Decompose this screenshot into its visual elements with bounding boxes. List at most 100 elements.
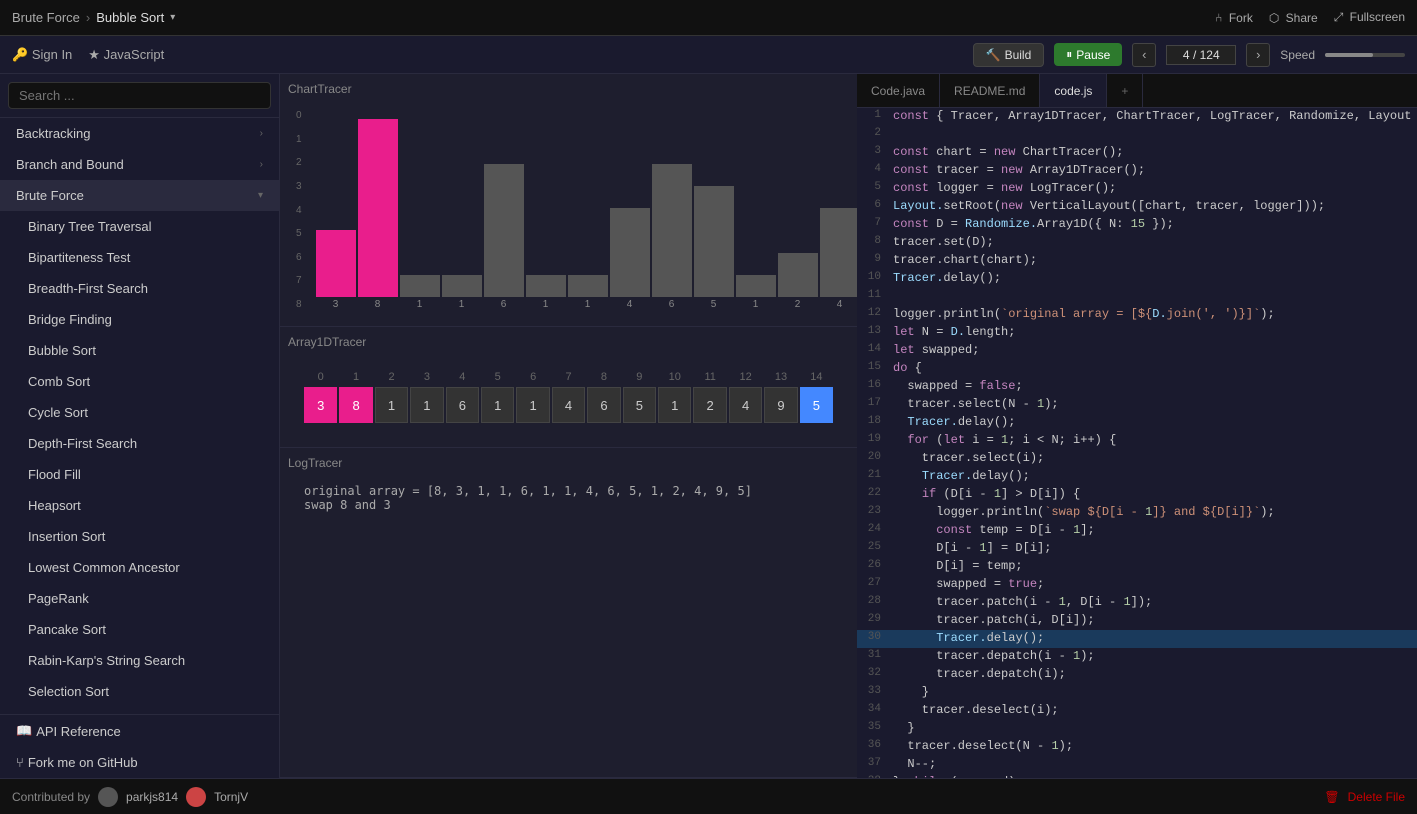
code-line: 36 tracer.deselect(N - 1); xyxy=(857,738,1417,756)
code-line: 3const chart = new ChartTracer(); xyxy=(857,144,1417,162)
code-line: 14let swapped; xyxy=(857,342,1417,360)
array-cells: 381161146512495 xyxy=(304,387,833,423)
chart-bar: 3 xyxy=(316,230,356,310)
code-line: 1const { Tracer, Array1DTracer, ChartTra… xyxy=(857,108,1417,126)
array-cell: 6 xyxy=(446,387,479,423)
chart-bar: 8 xyxy=(358,119,398,310)
signin-button[interactable]: 🔑 Sign In xyxy=(12,47,72,63)
sidebar-item-comb-sort[interactable]: Comb Sort xyxy=(0,366,279,397)
code-line: 5const logger = new LogTracer(); xyxy=(857,180,1417,198)
sidebar-item-heapsort[interactable]: Heapsort xyxy=(0,490,279,521)
search-input[interactable] xyxy=(8,82,271,109)
star-icon: ★ xyxy=(88,47,103,62)
speed-slider[interactable] xyxy=(1325,53,1405,57)
footer: Contributed by parkjs814 TornjV 🗑 Delete… xyxy=(0,778,1417,814)
code-line: 9tracer.chart(chart); xyxy=(857,252,1417,270)
footer-left: Contributed by parkjs814 TornjV xyxy=(12,787,248,807)
tab-code-js[interactable]: code.js xyxy=(1040,74,1107,107)
sidebar-item-rabin-karp[interactable]: Rabin-Karp's String Search xyxy=(0,645,279,676)
sidebar-item-branch-and-bound[interactable]: Branch and Bound › xyxy=(0,149,279,180)
code-line: 33 } xyxy=(857,684,1417,702)
share-button[interactable]: ⬡ Share xyxy=(1269,11,1318,25)
sidebar-item-flood-fill[interactable]: Flood Fill xyxy=(0,459,279,490)
code-panel: Code.java README.md code.js + 1const { T… xyxy=(857,74,1417,778)
delete-file-button[interactable]: 🗑 Delete File xyxy=(1324,790,1405,804)
sidebar-item-fork-github[interactable]: ⑂Fork me on GitHub xyxy=(0,747,279,778)
main-layout: Backtracking › Branch and Bound › Brute … xyxy=(0,74,1417,778)
sidebar-item-pancake-sort[interactable]: Pancake Sort xyxy=(0,614,279,645)
sidebar-item-binary-tree[interactable]: Binary Tree Traversal xyxy=(0,211,279,242)
next-step-button[interactable]: › xyxy=(1246,43,1270,67)
array1d-tracer-title: Array1DTracer xyxy=(288,335,849,349)
sidebar-item-pagerank[interactable]: PageRank xyxy=(0,583,279,614)
tab-add[interactable]: + xyxy=(1107,74,1143,107)
code-line: 27 swapped = true; xyxy=(857,576,1417,594)
prev-step-button[interactable]: ‹ xyxy=(1132,43,1156,67)
chart-bar: 6 xyxy=(484,164,524,310)
share-icon: ⬡ xyxy=(1269,11,1279,25)
book-icon: 📖 xyxy=(16,723,32,739)
chart-bar: 1 xyxy=(442,275,482,310)
tab-readme[interactable]: README.md xyxy=(940,74,1040,107)
center-panel: ChartTracer 8 7 6 5 4 3 2 1 0 381 xyxy=(280,74,857,778)
fork-icon: ⑃ xyxy=(1215,11,1222,25)
language-selector[interactable]: ★ JavaScript xyxy=(88,47,164,63)
sidebar-item-scratch-paper[interactable]: ◆Scratch Paper ▾ xyxy=(0,707,279,714)
code-line: 29 tracer.patch(i, D[i]); xyxy=(857,612,1417,630)
author1-name[interactable]: parkjs814 xyxy=(126,790,178,804)
author1-avatar xyxy=(98,787,118,807)
log-tracer-panel: LogTracer original array = [8, 3, 1, 1, … xyxy=(280,448,857,778)
chart-bar: 1 xyxy=(400,275,440,310)
secondbar-right: 🔨 Build ⏸ Pause ‹ 4 / 124 › Speed xyxy=(973,43,1405,67)
secondbar-left: 🔑 Sign In ★ JavaScript xyxy=(12,47,164,63)
build-icon: 🔨 xyxy=(986,48,1001,62)
array-cell: 6 xyxy=(587,387,620,423)
pause-button[interactable]: ⏸ Pause xyxy=(1054,43,1122,66)
code-line: 34 tracer.deselect(i); xyxy=(857,702,1417,720)
breadcrumb-dropdown-icon[interactable]: ▾ xyxy=(170,12,175,23)
speed-fill xyxy=(1325,53,1373,57)
sidebar-item-api-reference[interactable]: 📖API Reference xyxy=(0,715,279,747)
log-line: original array = [8, 3, 1, 1, 6, 1, 1, 4… xyxy=(304,484,833,498)
sidebar-item-bubble-sort[interactable]: Bubble Sort xyxy=(0,335,279,366)
code-line: 17 tracer.select(N - 1); xyxy=(857,396,1417,414)
code-tabs: Code.java README.md code.js + xyxy=(857,74,1417,108)
tab-code-java[interactable]: Code.java xyxy=(857,74,940,107)
github-icon: ⑂ xyxy=(16,755,24,770)
log-tracer-title: LogTracer xyxy=(288,456,849,470)
sidebar-item-selection-sort[interactable]: Selection Sort xyxy=(0,676,279,707)
code-line: 37 N--; xyxy=(857,756,1417,774)
step-counter: 4 / 124 xyxy=(1166,45,1236,65)
code-line: 31 tracer.depatch(i - 1); xyxy=(857,648,1417,666)
sidebar-item-bipartiteness[interactable]: Bipartiteness Test xyxy=(0,242,279,273)
code-line: 24 const temp = D[i - 1]; xyxy=(857,522,1417,540)
fullscreen-button[interactable]: ⤢ Fullscreen xyxy=(1334,10,1405,25)
sidebar-item-insertion-sort[interactable]: Insertion Sort xyxy=(0,521,279,552)
sidebar-item-cycle-sort[interactable]: Cycle Sort xyxy=(0,397,279,428)
code-line: 19 for (let i = 1; i < N; i++) { xyxy=(857,432,1417,450)
signin-icon: 🔑 xyxy=(12,47,32,62)
code-line: 7const D = Randomize.Array1D({ N: 15 }); xyxy=(857,216,1417,234)
topbar-right: ⑃ Fork ⬡ Share ⤢ Fullscreen xyxy=(1215,10,1405,25)
brute-force-breadcrumb[interactable]: Brute Force xyxy=(12,10,80,25)
sidebar-item-bfs[interactable]: Breadth-First Search xyxy=(0,273,279,304)
code-line: 15do { xyxy=(857,360,1417,378)
topbar: Brute Force › Bubble Sort ▾ ⑃ Fork ⬡ Sha… xyxy=(0,0,1417,36)
sidebar-item-backtracking[interactable]: Backtracking › xyxy=(0,118,279,149)
sidebar-item-brute-force[interactable]: Brute Force ▾ xyxy=(0,180,279,211)
chart-bar: 1 xyxy=(526,275,566,310)
code-line: 4const tracer = new Array1DTracer(); xyxy=(857,162,1417,180)
build-button[interactable]: 🔨 Build xyxy=(973,43,1045,67)
chevron-down-icon: ▾ xyxy=(258,190,263,201)
sidebar-item-bridge-finding[interactable]: Bridge Finding xyxy=(0,304,279,335)
fork-button[interactable]: ⑃ Fork xyxy=(1215,11,1253,25)
code-line: 22 if (D[i - 1] > D[i]) { xyxy=(857,486,1417,504)
sidebar-item-dfs[interactable]: Depth-First Search xyxy=(0,428,279,459)
sidebar-item-lca[interactable]: Lowest Common Ancestor xyxy=(0,552,279,583)
secondbar: 🔑 Sign In ★ JavaScript 🔨 Build ⏸ Pause ‹… xyxy=(0,36,1417,74)
array-cell: 2 xyxy=(693,387,726,423)
bubble-sort-breadcrumb[interactable]: Bubble Sort xyxy=(96,10,164,25)
author2-name[interactable]: TornjV xyxy=(214,790,248,804)
author2-avatar xyxy=(186,787,206,807)
code-line: 16 swapped = false; xyxy=(857,378,1417,396)
